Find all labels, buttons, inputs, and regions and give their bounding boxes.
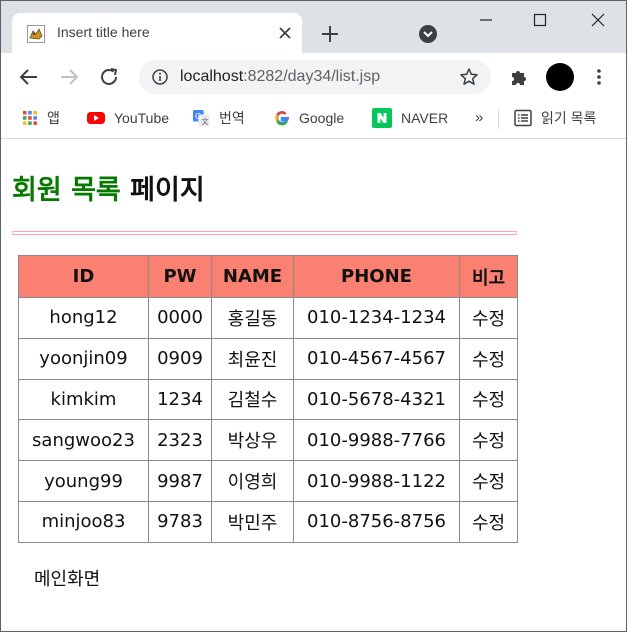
cell-phone: 010-5678-4321 bbox=[293, 378, 460, 421]
edit-link[interactable]: 수정 bbox=[459, 419, 518, 462]
bookmark-naver[interactable]: NAVER bbox=[372, 107, 448, 129]
cell-id: kimkim bbox=[18, 378, 149, 421]
close-window-icon[interactable] bbox=[587, 9, 609, 31]
svg-text:G: G bbox=[195, 112, 201, 121]
cell-name: 최윤진 bbox=[211, 337, 294, 380]
browser-toolbar: localhost:8282/day34/list.jsp bbox=[1, 53, 626, 101]
translate-icon: G 文 bbox=[193, 110, 209, 126]
bookmark-label: 앱 bbox=[47, 110, 60, 126]
new-tab-icon[interactable] bbox=[319, 23, 341, 45]
browser-tab[interactable]: Insert title here bbox=[12, 13, 302, 53]
back-arrow-icon[interactable] bbox=[17, 65, 41, 89]
address-bar[interactable]: localhost:8282/day34/list.jsp bbox=[139, 60, 491, 94]
member-table: ID PW NAME PHONE 비고 hong12 0000 홍길동 010-… bbox=[18, 255, 518, 543]
page-title-black: 페이지 bbox=[130, 175, 205, 206]
reload-icon[interactable] bbox=[97, 65, 121, 89]
cell-phone: 010-9988-7766 bbox=[293, 419, 460, 462]
column-header-pw: PW bbox=[148, 255, 212, 298]
cell-pw: 9783 bbox=[148, 500, 212, 543]
cell-phone: 010-1234-1234 bbox=[293, 297, 460, 339]
bookmarks-overflow-chevron[interactable]: » bbox=[475, 109, 483, 126]
tab-title: Insert title here bbox=[57, 24, 150, 40]
cell-phone: 010-4567-4567 bbox=[293, 337, 460, 380]
bookmark-label: Google bbox=[299, 110, 345, 126]
site-info-icon[interactable] bbox=[152, 69, 168, 85]
edit-link[interactable]: 수정 bbox=[459, 460, 518, 502]
cell-name: 이영희 bbox=[211, 460, 294, 502]
column-header-id: ID bbox=[18, 255, 149, 298]
forward-arrow-icon[interactable] bbox=[57, 65, 81, 89]
table-row: kimkim 1234 김철수 010-5678-4321 수정 bbox=[18, 378, 518, 421]
google-icon bbox=[275, 111, 289, 126]
edit-link[interactable]: 수정 bbox=[459, 378, 518, 421]
bookmark-label: YouTube bbox=[114, 110, 170, 126]
cell-name: 김철수 bbox=[211, 378, 294, 421]
bookmark-label: 번역 bbox=[219, 110, 245, 126]
url-text[interactable]: localhost:8282/day34/list.jsp bbox=[180, 68, 380, 86]
cell-id: yoonjin09 bbox=[18, 337, 149, 380]
bookmark-youtube[interactable]: YouTube bbox=[87, 107, 169, 129]
cell-phone: 010-8756-8756 bbox=[293, 500, 460, 543]
edit-link[interactable]: 수정 bbox=[459, 500, 518, 543]
tomcat-favicon-icon bbox=[27, 25, 45, 43]
close-tab-icon[interactable] bbox=[275, 23, 295, 43]
cell-name: 박민주 bbox=[211, 500, 294, 543]
cell-pw: 1234 bbox=[148, 378, 212, 421]
profile-avatar[interactable] bbox=[546, 63, 574, 91]
cell-id: sangwoo23 bbox=[18, 419, 149, 462]
table-row: minjoo83 9783 박민주 010-8756-8756 수정 bbox=[18, 500, 518, 543]
bookmark-google[interactable]: Google bbox=[274, 107, 344, 129]
edit-link[interactable]: 수정 bbox=[459, 297, 518, 339]
reading-list[interactable]: 읽기 목록 bbox=[514, 107, 596, 129]
reading-list-icon bbox=[514, 109, 532, 127]
bookmarks-bar: 앱 YouTube G 文 번역 Google NAVER » 읽기 목록 bbox=[1, 101, 626, 139]
bookmark-apps[interactable]: 앱 bbox=[22, 107, 60, 129]
apps-grid-icon bbox=[23, 111, 37, 125]
column-header-note: 비고 bbox=[459, 255, 518, 298]
youtube-icon bbox=[87, 112, 105, 124]
maximize-icon[interactable] bbox=[529, 9, 551, 31]
table-row: hong12 0000 홍길동 010-1234-1234 수정 bbox=[18, 297, 518, 339]
column-header-phone: PHONE bbox=[293, 255, 460, 298]
edit-link[interactable]: 수정 bbox=[459, 337, 518, 380]
cell-pw: 0909 bbox=[148, 337, 212, 380]
table-header-row: ID PW NAME PHONE 비고 bbox=[18, 255, 518, 298]
bookmark-label: NAVER bbox=[401, 110, 449, 126]
page-title: 회원 목록 페이지 bbox=[12, 168, 205, 207]
svg-text:文: 文 bbox=[201, 117, 208, 126]
cell-name: 홍길동 bbox=[211, 297, 294, 339]
cell-id: young99 bbox=[18, 460, 149, 502]
cell-pw: 9987 bbox=[148, 460, 212, 502]
url-host: localhost bbox=[180, 68, 244, 85]
cell-pw: 0000 bbox=[148, 297, 212, 339]
table-row: yoonjin09 0909 최윤진 010-4567-4567 수정 bbox=[18, 337, 518, 380]
minimize-icon[interactable] bbox=[475, 9, 497, 31]
table-row: sangwoo23 2323 박상우 010-9988-7766 수정 bbox=[18, 419, 518, 462]
cell-id: hong12 bbox=[18, 297, 149, 339]
bookmarks-divider bbox=[498, 109, 499, 129]
table-row: young99 9987 이영희 010-9988-1122 수정 bbox=[18, 460, 518, 502]
naver-icon bbox=[372, 108, 392, 128]
page-title-green: 회원 목록 bbox=[12, 175, 121, 206]
bookmark-translate[interactable]: G 文 번역 bbox=[192, 107, 245, 129]
column-header-name: NAME bbox=[211, 255, 294, 298]
cell-pw: 2323 bbox=[148, 419, 212, 462]
tab-strip: Insert title here bbox=[1, 1, 626, 53]
browser-window: Insert title here localhost:8282/day34/l… bbox=[0, 0, 627, 632]
horizontal-rule bbox=[12, 231, 517, 235]
cell-phone: 010-9988-1122 bbox=[293, 460, 460, 502]
more-menu-icon[interactable] bbox=[589, 67, 609, 87]
url-path: :8282/day34/list.jsp bbox=[243, 68, 381, 85]
cell-id: minjoo83 bbox=[18, 500, 149, 543]
cell-name: 박상우 bbox=[211, 419, 294, 462]
main-page-link[interactable]: 메인화면 bbox=[34, 565, 100, 591]
bookmark-star-icon[interactable] bbox=[459, 67, 479, 87]
tab-search-icon[interactable] bbox=[418, 24, 438, 44]
extensions-puzzle-icon[interactable] bbox=[509, 67, 529, 87]
reading-list-label: 읽기 목록 bbox=[541, 110, 597, 126]
page-content: 회원 목록 페이지 ID PW NAME PHONE 비고 hong12 000… bbox=[1, 140, 626, 631]
